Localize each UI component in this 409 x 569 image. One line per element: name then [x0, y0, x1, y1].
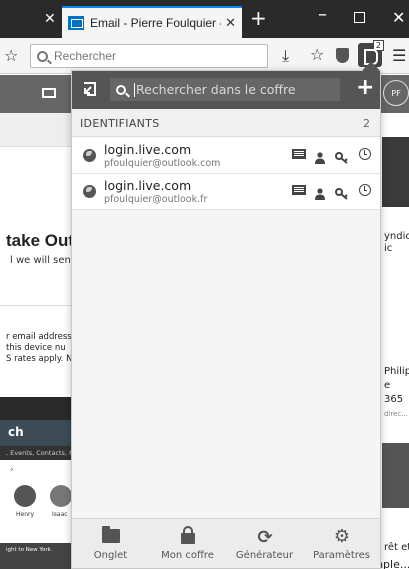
copy-login-user-icon[interactable]: [314, 185, 326, 200]
browser-nav-bar: ☆ Rechercher ⤓ ☆ 2 ☰: [0, 38, 409, 74]
section-header-identifiants: IDENTIFIANTS 2: [72, 109, 380, 137]
page-subtext: l we will send: [10, 255, 78, 266]
article-snippet: rêt et: [384, 542, 409, 553]
copy-card-icon[interactable]: [292, 149, 306, 159]
bookmark-star-icon[interactable]: ☆: [4, 46, 18, 65]
popup-header: Rechercher dans le coffre +: [72, 71, 380, 109]
article-photo: [382, 137, 409, 207]
browser-tab-bar: ✕ Email - Pierre Foulquier - Outl ✕ + – …: [0, 0, 409, 38]
vault-search-placeholder: Rechercher dans le coffre: [136, 82, 296, 97]
page-gray-band: [0, 113, 80, 147]
close-icon[interactable]: ✕: [44, 11, 56, 27]
contact-name: Isaac: [52, 511, 68, 518]
footer-tab-generateur[interactable]: ⟳ Générateur: [226, 525, 303, 561]
tab-title: Email - Pierre Foulquier - Outl: [90, 16, 221, 30]
credential-email: pfoulquier@outlook.fr: [104, 194, 208, 205]
phone-screen-title: ch: [0, 420, 80, 446]
outlook-favicon-icon: [68, 16, 84, 30]
footer-label: Paramètres: [312, 550, 371, 561]
text-cursor: [134, 82, 135, 97]
phone-bottom-banner: ight to New York: [0, 543, 80, 569]
footer-label: Onglet: [93, 550, 128, 561]
page-header-icon[interactable]: [42, 88, 56, 98]
open-vault-icon[interactable]: [82, 80, 100, 98]
window-minimize-icon[interactable]: –: [318, 4, 327, 25]
lock-icon: [181, 526, 195, 544]
browser-tab-email[interactable]: Email - Pierre Foulquier - Outl ✕: [62, 6, 242, 38]
credential-domain: login.live.com: [104, 142, 192, 157]
clock-history-icon[interactable]: [359, 148, 371, 160]
folder-icon: [102, 526, 120, 543]
footer-tab-parametres[interactable]: ⚙ Paramètres: [303, 525, 380, 561]
footer-tab-mon-coffre[interactable]: Mon coffre: [149, 525, 226, 561]
download-icon[interactable]: ⤓: [282, 46, 289, 66]
extension-badge: 2: [372, 40, 384, 51]
copy-password-key-icon[interactable]: [335, 185, 349, 200]
footer-tab-onglet[interactable]: Onglet: [72, 525, 149, 561]
search-icon: [116, 84, 126, 95]
article-snippet: Philips e 365 direc...: [384, 366, 409, 418]
contact-avatar: [14, 485, 36, 507]
footer-label: Générateur: [235, 550, 294, 561]
article-snippet: yndic ic: [384, 231, 409, 254]
credential-domain: login.live.com: [104, 178, 192, 193]
browser-search-placeholder: Rechercher: [54, 49, 117, 63]
gears-icon: ⚙: [333, 526, 351, 547]
page-heading: take Out: [6, 231, 75, 250]
copy-password-key-icon[interactable]: [335, 149, 349, 164]
hamburger-menu-icon[interactable]: ☰: [392, 46, 406, 65]
page-small-text: r email address this device nu S rates a…: [6, 332, 73, 364]
globe-icon: [83, 185, 96, 198]
window-close-icon[interactable]: ✕: [392, 8, 405, 27]
contact-name: Henry: [16, 511, 35, 518]
phone-screen-subtitle: , Events, Contacts, F: [0, 446, 80, 460]
add-item-plus-icon[interactable]: +: [356, 75, 374, 100]
dashlane-popup: Rechercher dans le coffre + IDENTIFIANTS…: [71, 61, 381, 569]
chevron-right-icon: ›: [10, 465, 14, 475]
contact-avatar: [50, 485, 72, 507]
window-maximize-icon[interactable]: [354, 12, 365, 23]
credential-item[interactable]: login.live.com pfoulquier@outlook.fr: [72, 174, 380, 210]
footer-label: Mon coffre: [161, 550, 214, 561]
tab-close-icon[interactable]: ✕: [225, 16, 236, 31]
section-count: 2: [363, 117, 370, 130]
credential-email: pfoulquier@outlook.com: [104, 158, 221, 169]
avatar-initials: PF: [391, 88, 401, 98]
page-divider: [0, 305, 80, 306]
globe-icon: [83, 149, 96, 162]
ublock-shield-icon[interactable]: [336, 48, 349, 63]
copy-card-icon[interactable]: [292, 185, 306, 195]
popup-footer-nav: Onglet Mon coffre ⟳ Générateur ⚙ Paramèt…: [72, 518, 380, 568]
sync-icon: ⟳: [257, 527, 273, 548]
clock-history-icon[interactable]: [359, 184, 371, 196]
vault-search-input[interactable]: Rechercher dans le coffre: [110, 78, 340, 101]
copy-login-user-icon[interactable]: [314, 149, 326, 164]
credential-item[interactable]: login.live.com pfoulquier@outlook.com: [72, 138, 380, 174]
article-photo: [382, 443, 409, 508]
browser-search-field[interactable]: Rechercher: [30, 44, 268, 68]
bookmarks-star-icon[interactable]: ☆: [310, 45, 324, 64]
search-icon: [37, 50, 48, 62]
account-avatar[interactable]: PF: [383, 80, 409, 106]
new-tab-plus-icon[interactable]: +: [250, 6, 267, 30]
section-label: IDENTIFIANTS: [80, 117, 160, 130]
